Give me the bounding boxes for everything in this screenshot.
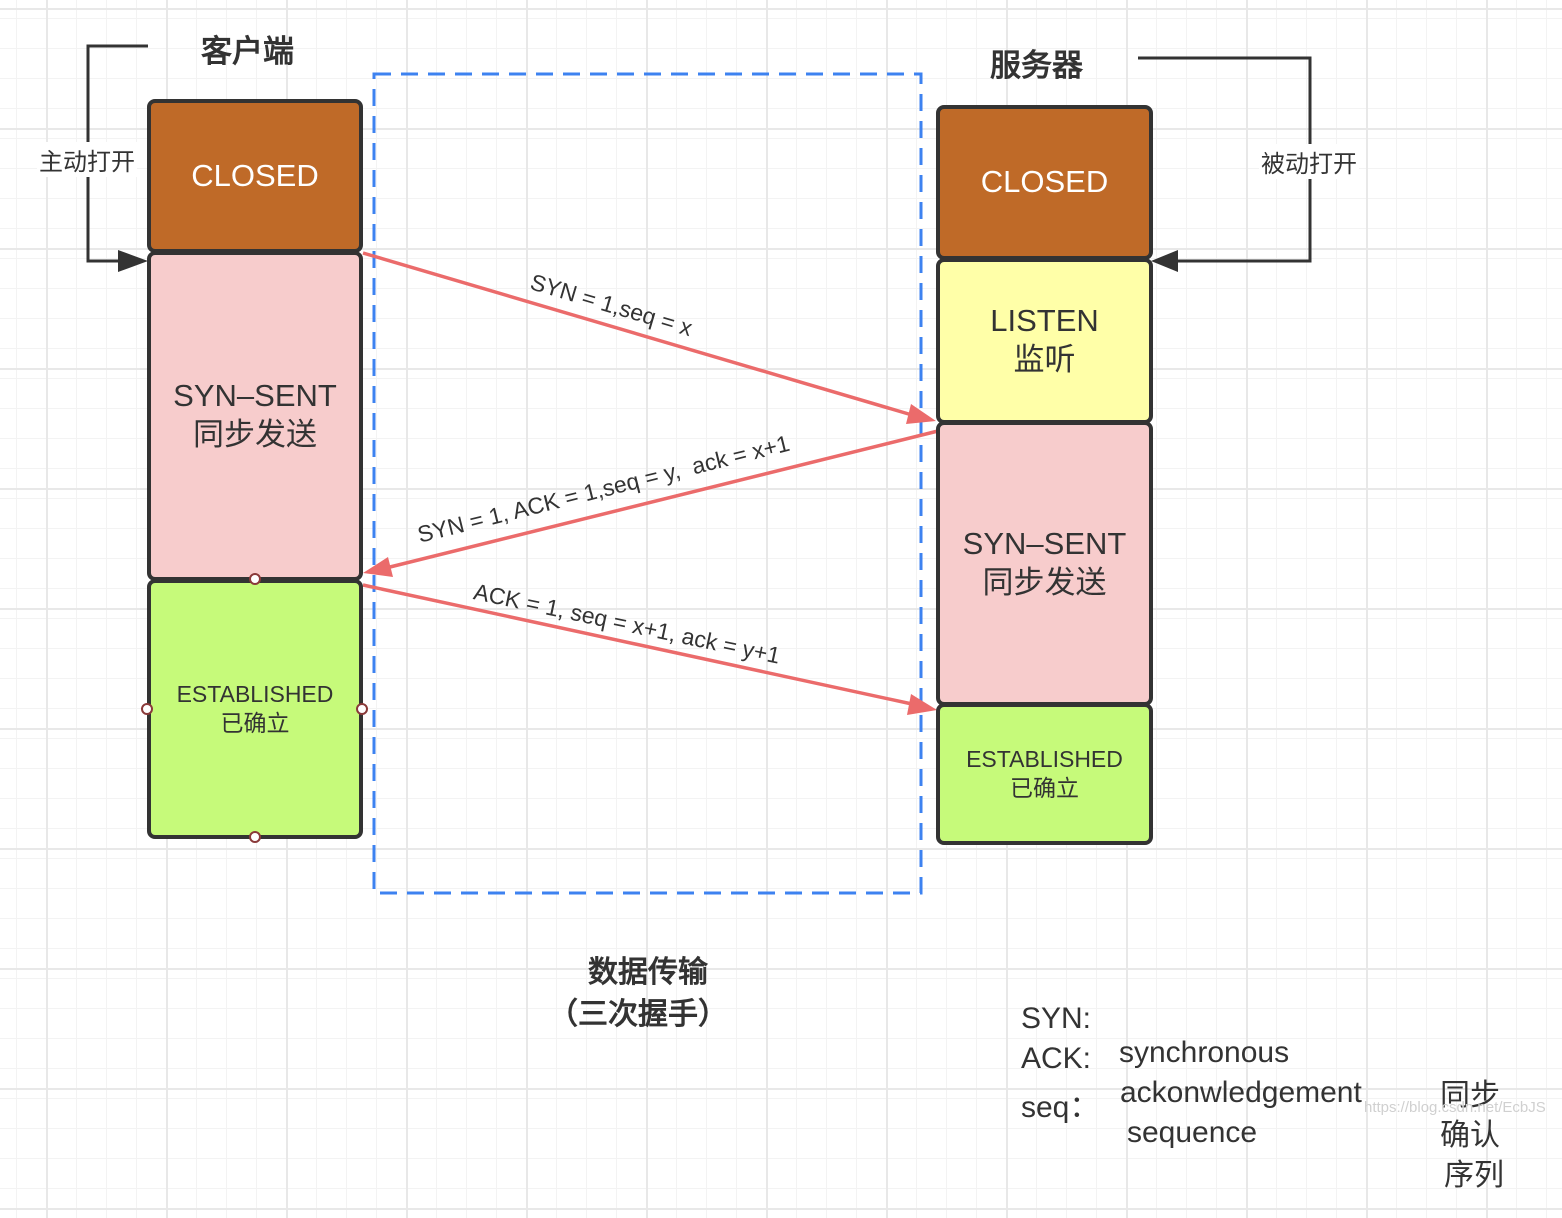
legend-term: synchronous — [1119, 1036, 1290, 1069]
server-state-listen-label: LISTEN — [990, 303, 1099, 339]
caption-line-2: （三次握手） — [548, 998, 728, 1031]
server-state-syn-sent-sublabel: 同步发送 — [982, 564, 1107, 600]
client-state-established-label: ESTABLISHED — [176, 681, 334, 708]
diagram-caption: 数据传输 （三次握手） — [548, 952, 748, 1036]
client-active-open-label: 主动打开 — [37, 142, 137, 177]
client-title: 客户端 — [201, 34, 294, 69]
server-passive-open-label: 被动打开 — [1259, 144, 1359, 179]
server-state-established: ESTABLISHED 已确立 — [936, 703, 1153, 845]
client-state-syn-sent-label: SYN–SENT — [173, 378, 337, 414]
legend-meaning: 序列 — [1444, 1159, 1504, 1192]
resize-handle-bottom[interactable] — [249, 831, 261, 843]
resize-handle-top[interactable] — [249, 573, 261, 585]
server-state-established-label: ESTABLISHED — [966, 746, 1123, 773]
resize-handle-right[interactable] — [356, 703, 368, 715]
client-state-syn-sent: SYN–SENT 同步发送 — [147, 251, 363, 581]
server-open-arrowhead — [1151, 250, 1178, 272]
message-arrow-syn — [362, 251, 936, 424]
resize-handle-left[interactable] — [141, 703, 153, 715]
caption-line-1: 数据传输 — [588, 956, 708, 989]
server-state-closed-label: CLOSED — [980, 164, 1109, 200]
server-state-syn-sent: SYN–SENT 同步发送 — [936, 421, 1153, 706]
legend-meaning: 确认 — [1440, 1119, 1500, 1152]
client-state-established-sublabel: 已确立 — [220, 710, 290, 736]
server-state-established-sublabel: 已确立 — [1010, 775, 1079, 801]
message-arrow-ack — [362, 583, 937, 715]
client-state-syn-sent-sublabel: 同步发送 — [193, 417, 317, 452]
server-state-listen: LISTEN 监听 — [936, 258, 1153, 424]
client-state-closed: CLOSED — [147, 99, 363, 253]
watermark: https://blog.csdn.net/EcbJS — [1364, 1099, 1546, 1116]
server-state-syn-sent-label: SYN–SENT — [962, 525, 1127, 561]
client-state-closed-label: CLOSED — [191, 157, 319, 193]
server-state-closed: CLOSED — [936, 105, 1153, 260]
client-state-established: ESTABLISHED 已确立 — [147, 579, 363, 839]
message-arrow-syn-ack — [363, 429, 939, 577]
server-state-listen-sublabel: 监听 — [1013, 342, 1076, 377]
server-title: 服务器 — [990, 48, 1083, 83]
legend-row: seq： sequence 序列 — [1021, 1048, 1504, 1218]
legend-abbr: seq： — [1021, 1091, 1100, 1124]
legend-term: ackonwledgement — [1120, 1076, 1362, 1109]
client-open-arrowhead — [118, 250, 148, 272]
legend-term: sequence — [1127, 1116, 1258, 1149]
